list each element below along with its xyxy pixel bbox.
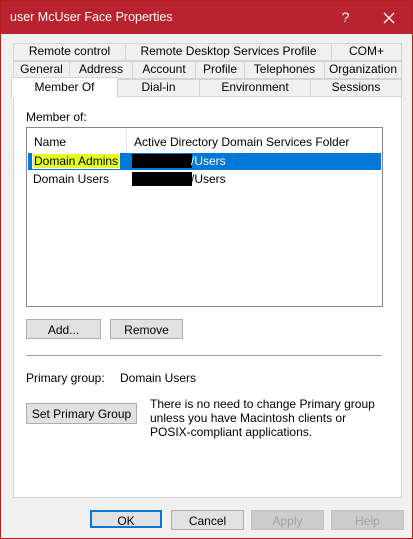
column-divider[interactable] (126, 128, 127, 151)
column-header-name[interactable]: Name (34, 135, 66, 149)
tab-organization[interactable]: Organization (324, 61, 402, 79)
tab-profile[interactable]: Profile (195, 61, 245, 79)
remove-button[interactable]: Remove (110, 319, 183, 339)
apply-button[interactable]: Apply (251, 510, 324, 530)
set-primary-group-button[interactable]: Set Primary Group (26, 403, 137, 424)
tab-com-plus[interactable]: COM+ (331, 43, 402, 61)
close-icon (383, 12, 395, 24)
tab-remote-desktop-services-profile[interactable]: Remote Desktop Services Profile (125, 43, 332, 61)
redaction-mark (132, 172, 192, 186)
row-folder: /Users (191, 172, 226, 186)
tab-environment[interactable]: Environment (199, 79, 311, 97)
window-title: user McUser Face Properties (10, 10, 173, 24)
tab-member-of[interactable]: Member Of (11, 77, 118, 98)
help-title-button[interactable]: ? (332, 1, 359, 34)
properties-dialog: user McUser Face Properties ? Remote con… (0, 0, 413, 539)
add-button[interactable]: Add... (26, 319, 101, 339)
row-name: Domain Users (33, 172, 110, 186)
list-row-domain-users[interactable]: Domain Users /Users (28, 171, 381, 188)
close-button[interactable] (367, 1, 412, 34)
list-row-domain-admins[interactable]: Domain Admins /Users (28, 153, 381, 170)
redaction-mark (132, 154, 192, 168)
row-name-text: Domain Admins (31, 153, 121, 169)
help-button[interactable]: Help (331, 510, 404, 530)
ok-button[interactable]: OK (90, 510, 162, 528)
row-name: Domain Admins (31, 153, 121, 169)
tab-account[interactable]: Account (132, 61, 196, 79)
member-of-panel: Member of: Name Active Directory Domain … (13, 96, 402, 498)
primary-group-label: Primary group: (26, 371, 105, 385)
primary-group-note: There is no need to change Primary group… (150, 397, 375, 439)
list-header: Name Active Directory Domain Services Fo… (27, 128, 382, 152)
title-bar[interactable]: user McUser Face Properties ? (1, 1, 412, 34)
tab-remote-control[interactable]: Remote control (13, 43, 126, 61)
row-folder: /Users (191, 154, 226, 168)
column-header-folder[interactable]: Active Directory Domain Services Folder (134, 135, 349, 149)
member-of-list[interactable]: Name Active Directory Domain Services Fo… (26, 127, 383, 307)
primary-group-value: Domain Users (120, 371, 197, 385)
cancel-button[interactable]: Cancel (171, 510, 244, 530)
tab-dial-in[interactable]: Dial-in (117, 79, 200, 97)
tab-sessions[interactable]: Sessions (310, 79, 402, 97)
tab-telephones[interactable]: Telephones (244, 61, 325, 79)
member-of-label: Member of: (26, 110, 87, 124)
divider (26, 355, 382, 356)
